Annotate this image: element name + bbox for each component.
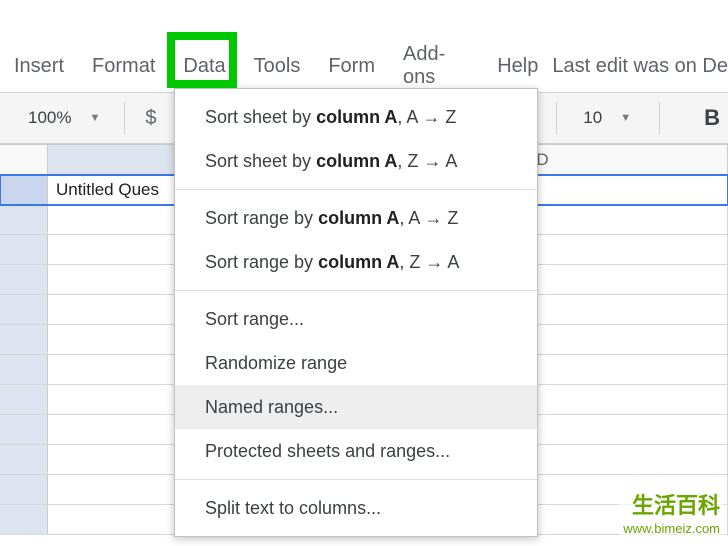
menu-help[interactable]: Help: [483, 47, 552, 86]
menu-format[interactable]: Format: [78, 47, 169, 86]
menu-item-label: Sort sheet by column A, A → Z: [205, 107, 456, 128]
row-header[interactable]: [0, 505, 48, 534]
menu-tools[interactable]: Tools: [240, 47, 315, 86]
menu-separator: [175, 189, 537, 190]
watermark: 生活百科 www.bimeiz.com: [619, 486, 724, 540]
font-size-value[interactable]: 10: [583, 108, 602, 128]
menu-item-label: Sort sheet by column A, Z → A: [205, 151, 457, 172]
row-header[interactable]: [0, 175, 48, 204]
row-header[interactable]: [0, 445, 48, 474]
menu-sort-sheet-a-az[interactable]: Sort sheet by column A, A → Z: [175, 95, 537, 139]
select-all-corner[interactable]: [0, 145, 48, 174]
row-header[interactable]: [0, 385, 48, 414]
toolbar-separator: [556, 102, 557, 134]
data-menu-dropdown: Sort sheet by column A, A → Z Sort sheet…: [174, 88, 538, 537]
menu-item-label: Sort range by column A, A → Z: [205, 208, 458, 229]
zoom-value: 100%: [28, 108, 71, 128]
row-header[interactable]: [0, 295, 48, 324]
watermark-url: www.bimeiz.com: [623, 521, 720, 536]
menu-named-ranges[interactable]: Named ranges...: [175, 385, 537, 429]
row-header[interactable]: [0, 415, 48, 444]
menu-protected-sheets[interactable]: Protected sheets and ranges...: [175, 429, 537, 473]
menu-sort-range-a-za[interactable]: Sort range by column A, Z → A: [175, 240, 537, 284]
menu-split-text[interactable]: Split text to columns...: [175, 486, 537, 530]
row-header[interactable]: [0, 355, 48, 384]
menu-data[interactable]: Data: [169, 47, 239, 86]
menu-item-label: Sort range by column A, Z → A: [205, 252, 459, 273]
menu-sort-range[interactable]: Sort range...: [175, 297, 537, 341]
menu-form[interactable]: Form: [314, 47, 389, 86]
currency-format-button[interactable]: $: [139, 107, 162, 130]
zoom-control[interactable]: 100% ▼: [28, 108, 110, 128]
bold-button[interactable]: B: [696, 105, 728, 131]
watermark-text: 生活百科: [632, 488, 720, 520]
last-edit-label[interactable]: Last edit was on De: [552, 55, 728, 78]
row-header[interactable]: [0, 205, 48, 234]
chevron-down-icon: ▼: [89, 112, 100, 124]
menu-sort-range-a-az[interactable]: Sort range by column A, A → Z: [175, 196, 537, 240]
toolbar-separator: [124, 102, 125, 134]
menu-sort-sheet-a-za[interactable]: Sort sheet by column A, Z → A: [175, 139, 537, 183]
menu-separator: [175, 479, 537, 480]
menu-bar: Insert Format Data Tools Form Add-ons He…: [0, 44, 728, 88]
toolbar-separator: [659, 102, 660, 134]
menu-separator: [175, 290, 537, 291]
menu-randomize-range[interactable]: Randomize range: [175, 341, 537, 385]
chevron-down-icon[interactable]: ▼: [620, 112, 631, 124]
menu-insert[interactable]: Insert: [0, 47, 78, 86]
row-header[interactable]: [0, 325, 48, 354]
row-header[interactable]: [0, 265, 48, 294]
row-header[interactable]: [0, 235, 48, 264]
row-header[interactable]: [0, 475, 48, 504]
